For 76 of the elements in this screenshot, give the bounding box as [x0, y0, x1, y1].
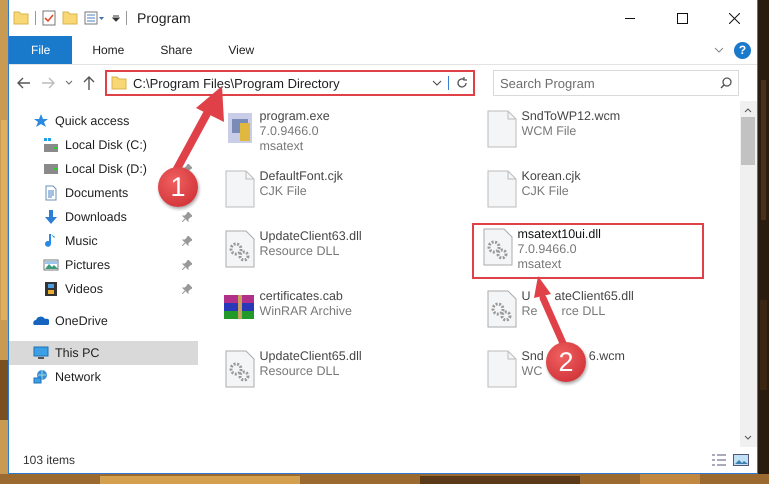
- file-detail: Re: [522, 304, 538, 318]
- properties-icon[interactable]: [42, 10, 56, 26]
- download-icon: [43, 209, 59, 225]
- address-bar[interactable]: C:\Program Files\Program Directory: [105, 70, 475, 96]
- pin-icon[interactable]: [182, 236, 192, 246]
- file-detail: WinRAR Archive: [260, 304, 352, 318]
- file-detail: Resource DLL: [260, 364, 340, 378]
- window-title: Program: [137, 10, 191, 26]
- search-icon: [720, 77, 732, 89]
- ribbon-tab[interactable]: View: [212, 36, 270, 64]
- search-field[interactable]: Search Program: [493, 70, 739, 96]
- file-name[interactable]: msatext10ui.dll: [518, 227, 601, 241]
- details-view-icon[interactable]: [711, 453, 727, 467]
- file-name[interactable]: Korean.cjk: [522, 169, 581, 183]
- dropdown-icon[interactable]: [432, 80, 442, 86]
- sidebar-item[interactable]: Local Disk (D:): [9, 157, 151, 181]
- file-name[interactable]: 6.wcm: [588, 349, 625, 363]
- sidebar-item[interactable]: Music: [9, 229, 102, 253]
- scroll-thumb[interactable]: [741, 117, 756, 165]
- file-detail: CJK File: [522, 184, 569, 198]
- file-name[interactable]: DefaultFont.cjk: [260, 169, 343, 183]
- item-count: 103 items: [23, 453, 76, 467]
- close-icon[interactable]: [728, 12, 740, 24]
- up-icon[interactable]: [83, 76, 95, 90]
- help-button[interactable]: ?: [734, 42, 751, 58]
- scroll-up-icon[interactable]: [744, 107, 752, 113]
- sidebar-item[interactable]: Pictures: [9, 253, 114, 277]
- sidebar-item[interactable]: Documents: [9, 181, 132, 205]
- file-name[interactable]: SndToWP12.wcm: [522, 109, 620, 123]
- file-name[interactable]: UpdateClient63.dll: [260, 229, 362, 243]
- recent-locations-icon[interactable]: [65, 80, 73, 86]
- file-name[interactable]: UpdateClient65.dll: [260, 349, 362, 363]
- pin-icon[interactable]: [182, 284, 192, 294]
- ribbon-tab[interactable]: Share: [144, 36, 208, 64]
- sidebar-item[interactable]: OneDrive: [9, 309, 112, 333]
- file-detail: msatext: [518, 257, 562, 271]
- file-name[interactable]: program.exe: [260, 109, 330, 123]
- file-detail: rce DLL: [562, 304, 606, 318]
- file-detail: 7.0.9466.0: [518, 242, 577, 256]
- file-detail: msatext: [260, 139, 304, 153]
- file-name[interactable]: certificates.cab: [260, 289, 343, 303]
- file-detail: WC: [522, 364, 542, 378]
- sidebar-item[interactable]: Network: [9, 365, 105, 389]
- sidebar-item[interactable]: Downloads: [9, 205, 131, 229]
- star-icon: [33, 113, 49, 129]
- file-detail: Resource DLL: [260, 244, 340, 258]
- document-icon: [43, 185, 59, 201]
- picture-icon: [43, 257, 59, 273]
- drive-icon: [43, 161, 59, 177]
- pin-icon[interactable]: [182, 212, 192, 222]
- file-detail: WCM File: [522, 124, 576, 138]
- film-icon: [43, 281, 59, 297]
- computer-icon: [33, 345, 49, 361]
- sidebar-item[interactable]: Quick access: [9, 109, 134, 133]
- large-icons-view-icon[interactable]: [733, 453, 749, 467]
- maximize-icon[interactable]: [676, 12, 688, 24]
- pin-icon[interactable]: [182, 260, 192, 270]
- ribbon-tab[interactable]: Home: [76, 36, 140, 64]
- file-name[interactable]: ateClient65.dll: [554, 289, 634, 303]
- drive-icon: [43, 137, 59, 153]
- sidebar-item[interactable]: Local Disk (C:): [9, 133, 151, 157]
- ribbon-tab[interactable]: File: [9, 36, 72, 64]
- scrollbar[interactable]: [740, 101, 757, 447]
- file-detail: 7.0.9466.0: [260, 124, 319, 138]
- back-icon[interactable]: [17, 77, 31, 89]
- sidebar-item[interactable]: Videos: [9, 277, 107, 301]
- scroll-down-icon[interactable]: [744, 435, 752, 441]
- file-name[interactable]: Snd: [522, 349, 544, 363]
- file-name[interactable]: U: [522, 289, 531, 303]
- dropdown-icon[interactable]: [112, 14, 120, 22]
- expand-ribbon-icon[interactable]: [714, 47, 724, 53]
- refresh-icon[interactable]: [448, 76, 469, 90]
- network-icon: [33, 369, 49, 385]
- file-detail: CJK File: [260, 184, 307, 198]
- sidebar-item[interactable]: This PC: [9, 341, 198, 365]
- view-options-icon[interactable]: [84, 11, 106, 25]
